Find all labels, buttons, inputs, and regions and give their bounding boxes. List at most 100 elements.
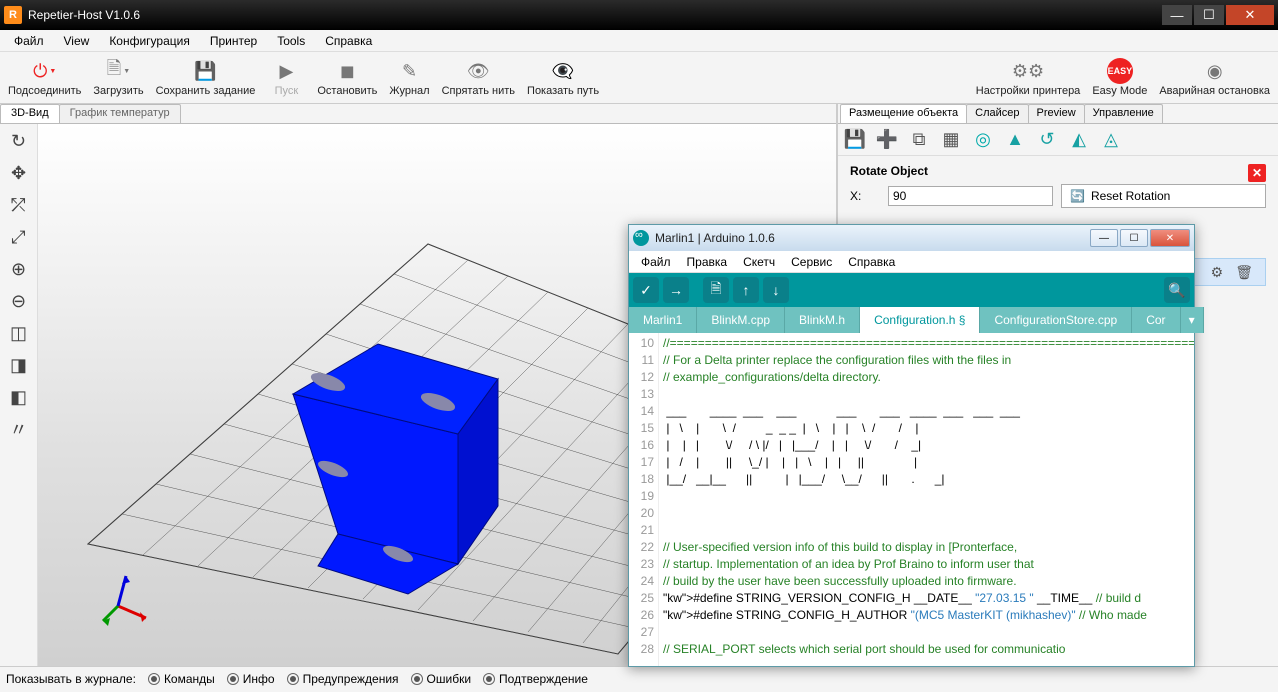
load-button[interactable]: 🗎▼ Загрузить [87, 56, 149, 99]
play-icon: ▶ [273, 58, 299, 84]
copy-object-icon[interactable]: ⧉ [906, 127, 932, 153]
view-front-icon[interactable]: ◨ [3, 350, 35, 380]
view-parallel-icon[interactable]: 〃 [3, 414, 35, 444]
axis-triad-icon [98, 566, 158, 626]
save-sketch-button[interactable]: ↓ [763, 277, 789, 303]
show-travel-button[interactable]: 👁‍🗨 Показать путь [521, 56, 605, 99]
maximize-button[interactable]: ☐ [1194, 5, 1224, 25]
reset-icon: 🔄 [1070, 189, 1085, 203]
emergency-stop-button[interactable]: ◉ Аварийная остановка [1153, 56, 1276, 99]
printer-settings-button[interactable]: ⚙⚙ Настройки принтера [970, 56, 1087, 99]
save-job-button[interactable]: 💾 Сохранить задание [150, 56, 262, 99]
view-top-icon[interactable]: ◫ [3, 318, 35, 348]
cut-icon[interactable]: ◬ [1098, 127, 1124, 153]
minimize-button[interactable]: — [1162, 5, 1192, 25]
filter-commands[interactable]: Команды [148, 672, 215, 686]
arduino-menu-help[interactable]: Справка [840, 253, 903, 271]
arduino-window: Marlin1 | Arduino 1.0.6 — ☐ ✕ Файл Правк… [628, 224, 1195, 667]
filter-ack[interactable]: Подтверждение [483, 672, 588, 686]
save-icon: 💾 [192, 58, 218, 84]
tab-menu-button[interactable]: ▾ [1181, 307, 1204, 333]
center-object-icon[interactable]: ◎ [970, 127, 996, 153]
easy-mode-button[interactable]: EASY Easy Mode [1086, 56, 1153, 99]
filter-errors[interactable]: Ошибки [411, 672, 472, 686]
rotate-icon[interactable]: ↺ [1034, 127, 1060, 153]
tab-slicer[interactable]: Слайсер [966, 104, 1028, 123]
menu-help[interactable]: Справка [315, 32, 382, 50]
reset-view-icon[interactable]: ↻ [3, 126, 35, 156]
titlebar: R Repetier-Host V1.0.6 — ☐ ✕ [0, 0, 1278, 30]
menubar: Файл View Конфигурация Принтер Tools Спр… [0, 30, 1278, 52]
arduino-close-button[interactable]: ✕ [1150, 229, 1190, 247]
reset-rotation-button[interactable]: 🔄 Reset Rotation [1061, 184, 1266, 208]
menu-view[interactable]: View [54, 32, 100, 50]
zoom-fit-icon[interactable]: ⊖ [3, 286, 35, 316]
gear-icon: ⚙⚙ [1015, 58, 1041, 84]
move-object-icon[interactable]: ⤱ [3, 190, 35, 220]
tab-3d-view[interactable]: 3D-Вид [0, 104, 60, 123]
app-icon: R [4, 6, 22, 24]
arduino-menu-file[interactable]: Файл [633, 253, 679, 271]
verify-button[interactable]: ✓ [633, 277, 659, 303]
status-label: Показывать в журнале: [6, 672, 136, 686]
arduino-icon [633, 230, 649, 246]
line-gutter: 10 11 12 13 14 15 16 17 18 19 20 21 22 2… [629, 333, 659, 666]
object-toolbar: 💾 ➕ ⧉ ▦ ◎ ▲ ↺ ◭ ◬ [838, 124, 1278, 156]
log-button[interactable]: ✎ Журнал [383, 56, 435, 99]
close-button[interactable]: ✕ [1226, 5, 1274, 25]
filter-info[interactable]: Инфо [227, 672, 275, 686]
filter-warnings[interactable]: Предупреждения [287, 672, 399, 686]
zoom-in-icon[interactable]: ⊕ [3, 254, 35, 284]
gear-icon[interactable]: ⚙ [1211, 264, 1224, 281]
arduino-menu-sketch[interactable]: Скетч [735, 253, 783, 271]
menu-printer[interactable]: Принтер [200, 32, 267, 50]
tab-manual-control[interactable]: Управление [1084, 104, 1163, 123]
trash-icon[interactable]: 🗑 [1235, 264, 1253, 281]
code-editor[interactable]: 10 11 12 13 14 15 16 17 18 19 20 21 22 2… [629, 333, 1194, 666]
rotate-x-input[interactable] [888, 186, 1053, 206]
arduino-maximize-button[interactable]: ☐ [1120, 229, 1148, 247]
arduino-menu-edit[interactable]: Правка [679, 253, 736, 271]
arduino-menu-tools[interactable]: Сервис [783, 253, 840, 271]
tab-object-placement[interactable]: Размещение объекта [840, 104, 967, 123]
main-toolbar: ⏻▼ Подсоединить 🗎▼ Загрузить 💾 Сохранить… [0, 52, 1278, 104]
rotate-title: Rotate Object [850, 164, 1266, 178]
tab-configurationstore-cpp[interactable]: ConfigurationStore.cpp [980, 307, 1132, 333]
pencil-icon: ✎ [396, 58, 422, 84]
stop-icon: ◼ [334, 58, 360, 84]
open-sketch-button[interactable]: ↑ [733, 277, 759, 303]
zoom-icon[interactable]: ⤢ [3, 222, 35, 252]
tab-blinkm-cpp[interactable]: BlinkM.cpp [697, 307, 785, 333]
save-icon[interactable]: 💾 [842, 127, 868, 153]
move-icon[interactable]: ✥ [3, 158, 35, 188]
mirror-icon[interactable]: ◭ [1066, 127, 1092, 153]
close-section-icon[interactable]: ✕ [1248, 164, 1266, 182]
stop-button[interactable]: ◼ Остановить [311, 56, 383, 99]
scale-icon[interactable]: ▲ [1002, 127, 1028, 153]
connect-button[interactable]: ⏻▼ Подсоединить [2, 56, 87, 99]
x-label: X: [850, 189, 880, 203]
new-sketch-button[interactable]: 🗎 [703, 277, 729, 303]
code-area[interactable]: //======================================… [659, 333, 1194, 666]
run-button[interactable]: ▶ Пуск [261, 56, 311, 99]
tab-temp-chart[interactable]: График температур [59, 104, 181, 123]
tab-configuration-h[interactable]: Configuration.h § [860, 307, 980, 333]
menu-file[interactable]: Файл [4, 32, 54, 50]
window-title: Repetier-Host V1.0.6 [28, 8, 1160, 22]
status-bar: Показывать в журнале: Команды Инфо Преду… [0, 666, 1278, 690]
tab-overflow[interactable]: Cor [1132, 307, 1180, 333]
right-tabs: Размещение объекта Слайсер Preview Управ… [838, 104, 1278, 124]
serial-monitor-button[interactable]: 🔍 [1164, 277, 1190, 303]
tab-preview[interactable]: Preview [1028, 104, 1085, 123]
easy-icon: EASY [1107, 58, 1133, 84]
hide-filament-button[interactable]: 👁 Спрятать нить [436, 56, 521, 99]
tab-blinkm-h[interactable]: BlinkM.h [785, 307, 860, 333]
tab-marlin1[interactable]: Marlin1 [629, 307, 697, 333]
autoposition-icon[interactable]: ▦ [938, 127, 964, 153]
menu-tools[interactable]: Tools [267, 32, 315, 50]
add-object-icon[interactable]: ➕ [874, 127, 900, 153]
menu-config[interactable]: Конфигурация [99, 32, 200, 50]
upload-button[interactable]: → [663, 277, 689, 303]
view-iso-icon[interactable]: ◧ [3, 382, 35, 412]
arduino-minimize-button[interactable]: — [1090, 229, 1118, 247]
